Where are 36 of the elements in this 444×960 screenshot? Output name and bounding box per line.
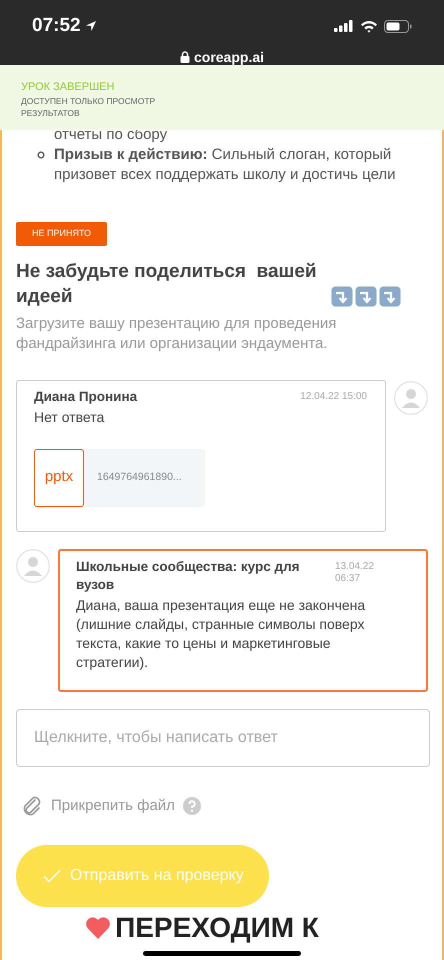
bullet-icon	[37, 151, 45, 159]
task-description: Загрузите вашу презентацию для проведения фандрайзинга или организации эндаумента.	[16, 314, 338, 354]
comment-text: Диана, ваша презентация еще не закончена (лишние слайды, странные символы поверх текста, какие то цены и маркетинговые стратегии).	[76, 596, 366, 672]
task-title: Не забудьте поделиться вашей идеей	[16, 260, 318, 308]
status-badge: НЕ ПРИНЯТО	[16, 222, 108, 246]
file-type-icon: pptx	[34, 448, 84, 506]
url-text: coreapp.ai	[194, 48, 264, 67]
help-icon	[182, 796, 201, 815]
heart-icon	[85, 916, 112, 940]
file-name: 1649764961890...	[97, 470, 182, 485]
lock-icon	[180, 51, 190, 63]
attach-file-link[interactable]: Прикрепить файл	[51, 794, 175, 817]
section-heading: ПЕРЕХОДИМ К	[115, 913, 319, 943]
signal-icon	[334, 20, 354, 32]
avatar-icon	[16, 548, 50, 582]
paperclip-icon	[21, 794, 43, 817]
lesson-text: Призыв к действию: Сильный слоган, который призовет всех поддержать школу и достичь цели	[54, 145, 397, 185]
comment-date: 13.04.22 06:37	[335, 560, 375, 584]
avatar-icon	[394, 380, 428, 414]
arrow-down-icon	[331, 286, 353, 306]
check-icon	[43, 869, 61, 883]
status-time: 07:52	[32, 14, 81, 38]
battery-icon	[384, 20, 412, 33]
lesson-text: отчеты по сбору	[53, 125, 168, 145]
comment-text: Нет ответа	[34, 408, 106, 426]
comment-date: 12.04.22 15:00	[300, 390, 367, 402]
wifi-icon	[360, 20, 378, 33]
arrow-down-icon	[379, 286, 401, 306]
comment-author: Школьные сообщества: курс для вузов	[76, 558, 301, 594]
comment-author: Диана Пронина	[34, 388, 138, 406]
arrow-down-icon	[355, 286, 377, 306]
location-arrow-icon	[84, 20, 97, 32]
banner-title: УРОК ЗАВЕРШЕН	[21, 80, 116, 94]
attachment-card[interactable]: pptx 1649764961890...	[34, 448, 205, 506]
banner-subtitle: ДОСТУПЕН ТОЛЬКО ПРОСМОТР РЕЗУЛЬТАТОВ	[21, 95, 156, 119]
reply-field[interactable]: Щелкните, чтобы написать ответ	[16, 708, 430, 766]
